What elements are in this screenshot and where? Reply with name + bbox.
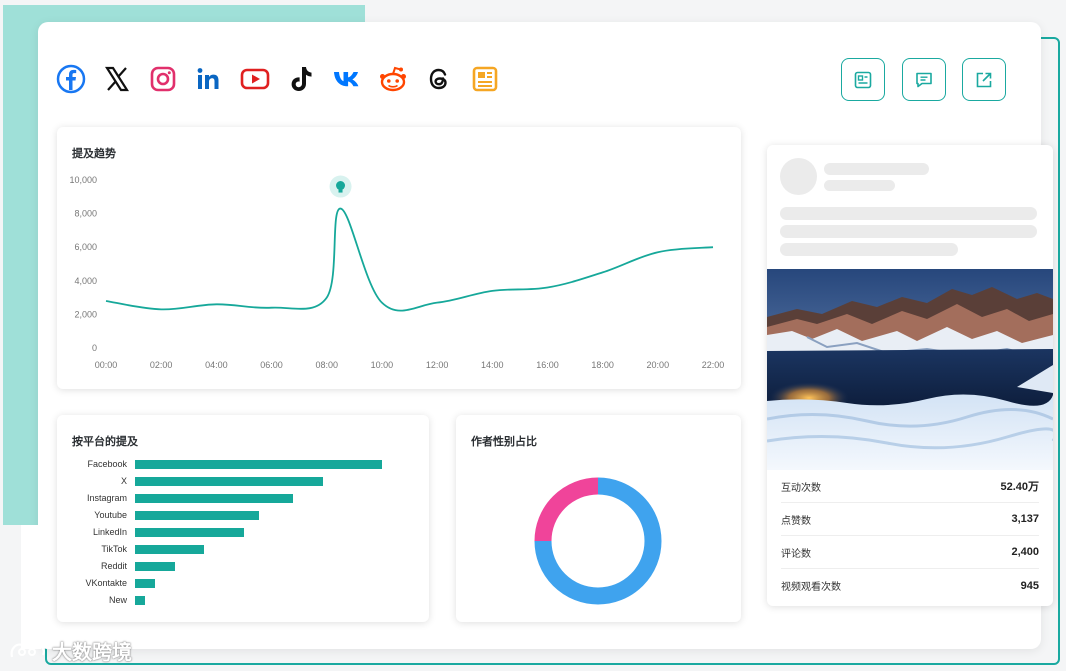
trend-chart: 0 2,000 4,000 6,000 8,000 10,000 00:00 02:00 04:… — [69, 175, 725, 370]
skeleton-line — [780, 225, 1037, 238]
bar-label: Youtube — [94, 510, 127, 520]
x-tick-label: 16:00 — [536, 360, 559, 370]
comment-view-button[interactable] — [902, 58, 946, 101]
post-stats: 互动次数 52.40万 点赞数 3,137 评论数 2,400 视频观看次数 9… — [767, 470, 1053, 606]
bar[interactable] — [135, 477, 323, 486]
stat-label: 点赞数 — [781, 515, 811, 527]
x-tick-label: 06:00 — [260, 360, 283, 370]
bar[interactable] — [135, 562, 175, 571]
bar[interactable] — [135, 596, 145, 605]
bar-label: Instagram — [86, 493, 127, 503]
stat-row-likes: 点赞数 3,137 — [781, 503, 1039, 536]
threads-icon[interactable] — [423, 63, 455, 95]
watermark-text: 大数跨境 — [52, 640, 132, 664]
y-tick-label: 2,000 — [74, 309, 97, 319]
linkedin-icon[interactable] — [193, 63, 225, 95]
bar-label: TikTok — [101, 544, 127, 554]
youtube-icon[interactable] — [239, 63, 271, 95]
post-preview-card[interactable]: 互动次数 52.40万 点赞数 3,137 评论数 2,400 视频观看次数 9… — [767, 145, 1053, 606]
vk-icon[interactable] — [331, 63, 363, 95]
watermark: 大数跨境 — [8, 636, 132, 665]
x-tick-label: 04:00 — [205, 360, 228, 370]
avatar — [780, 158, 817, 195]
article-icon — [854, 71, 872, 88]
x-tick-label: 14:00 — [481, 360, 504, 370]
bar-label: LinkedIn — [92, 527, 127, 537]
platform-chart-card: 按平台的提及 Facebook X Instagram Youtube LinkedIn… — [57, 415, 429, 622]
stat-value: 3,137 — [1011, 513, 1039, 525]
x-tick-label: 00:00 — [95, 360, 118, 370]
x-tick-label: 02:00 — [150, 360, 173, 370]
tiktok-icon[interactable] — [285, 63, 317, 95]
instagram-icon[interactable] — [147, 63, 179, 95]
skeleton-line — [824, 163, 929, 175]
x-tick-label: 22:00 — [702, 360, 725, 370]
stat-value: 2,400 — [1011, 546, 1039, 558]
bar-label: X — [120, 476, 127, 486]
external-link-button[interactable] — [962, 58, 1006, 101]
bar[interactable] — [135, 528, 244, 537]
stat-row-comments: 评论数 2,400 — [781, 536, 1039, 569]
bar[interactable] — [135, 579, 155, 588]
reddit-icon[interactable] — [377, 63, 409, 95]
trend-chart-card: 提及趋势 0 2,000 4,000 6,000 8,000 10,000 00:00 02:… — [57, 127, 741, 389]
bar[interactable] — [135, 545, 205, 554]
donut-slice[interactable] — [534, 477, 599, 542]
y-tick-label: 10,000 — [69, 175, 97, 185]
bar-label: Facebook — [87, 459, 127, 469]
y-tick-label: 6,000 — [74, 242, 97, 252]
y-tick-label: 4,000 — [74, 276, 97, 286]
bar-label: VKontakte — [85, 578, 127, 588]
x-tick-label: 12:00 — [426, 360, 449, 370]
stat-value: 945 — [1020, 579, 1039, 592]
x-tick-label: 20:00 — [647, 360, 670, 370]
comment-icon — [916, 72, 932, 87]
stat-value: 52.40万 — [1000, 481, 1039, 493]
gender-chart-card: 作者性别占比 — [456, 415, 741, 622]
stat-label: 视频观看次数 — [781, 582, 841, 593]
stat-label: 互动次数 — [781, 482, 821, 494]
x-tick-label: 18:00 — [591, 360, 614, 370]
x-tick-label: 08:00 — [315, 360, 338, 370]
bar[interactable] — [135, 460, 382, 469]
lightbulb-base — [338, 189, 343, 193]
skeleton-line — [824, 180, 895, 191]
news-icon[interactable] — [469, 63, 501, 95]
bar-label: Reddit — [100, 561, 127, 571]
bar[interactable] — [135, 511, 259, 520]
x-tick-label: 10:00 — [371, 360, 394, 370]
bar-label: New — [108, 595, 127, 605]
bar[interactable] — [135, 494, 294, 503]
watermark-logo-icon — [10, 640, 45, 657]
skeleton-line — [780, 207, 1037, 220]
gender-donut-chart — [534, 477, 662, 605]
skeleton-line — [780, 243, 958, 256]
platform-bar-chart: Facebook X Instagram Youtube LinkedIn TikTok R… — [57, 415, 429, 622]
stat-label: 评论数 — [781, 548, 811, 560]
article-view-button[interactable] — [841, 58, 885, 101]
trend-series-line — [105, 207, 714, 312]
lightbulb-icon — [336, 181, 346, 191]
post-image — [767, 269, 1053, 470]
y-tick-label: 8,000 — [74, 209, 97, 219]
external-link-icon — [976, 72, 992, 87]
x-icon[interactable] — [101, 63, 133, 95]
facebook-icon[interactable] — [55, 63, 87, 95]
stat-row-engagement: 互动次数 52.40万 — [781, 470, 1039, 503]
stat-row-video-views: 视频观看次数 945 — [781, 569, 1039, 602]
y-tick-label: 0 — [92, 343, 97, 353]
